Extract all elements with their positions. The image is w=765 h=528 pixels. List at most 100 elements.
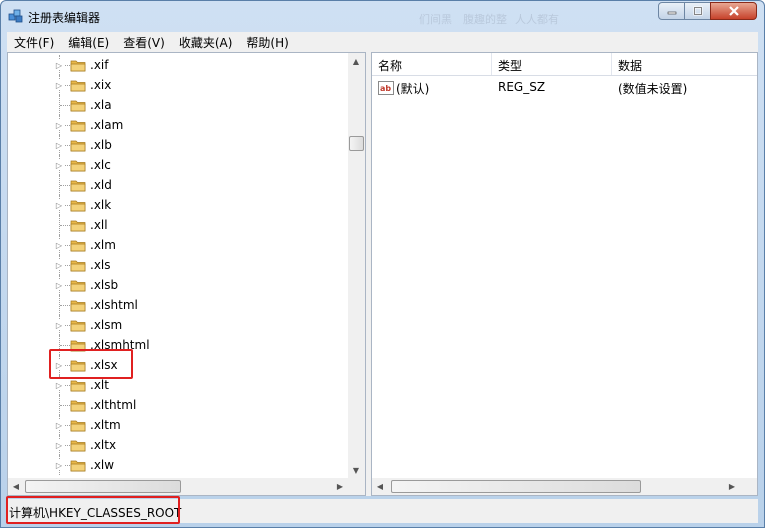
minimize-button[interactable] bbox=[658, 2, 685, 20]
folder-icon bbox=[70, 240, 86, 252]
folder-icon bbox=[70, 400, 86, 412]
scrollbar-corner bbox=[348, 478, 365, 495]
folder-icon bbox=[70, 420, 86, 432]
menu-help[interactable]: 帮助(H) bbox=[239, 34, 295, 51]
tree-item-label: .xltm bbox=[90, 418, 121, 432]
tree-item[interactable]: ▷ .xltm bbox=[8, 415, 348, 435]
menu-edit[interactable]: 编辑(E) bbox=[61, 34, 116, 51]
window-title: 注册表编辑器 bbox=[28, 11, 101, 25]
expand-arrow-icon[interactable]: ▷ bbox=[54, 60, 64, 70]
tree-item-label: .xix bbox=[90, 78, 112, 92]
folder-icon bbox=[70, 220, 86, 232]
menu-view[interactable]: 查看(V) bbox=[116, 34, 172, 51]
expand-arrow-icon[interactable]: ▷ bbox=[54, 280, 64, 290]
tree-item[interactable]: ▷ .xls bbox=[8, 255, 348, 275]
tree-item[interactable]: .xla bbox=[8, 95, 348, 115]
tree-item-label: .xlam bbox=[90, 118, 124, 132]
expand-arrow-icon[interactable]: ▷ bbox=[54, 420, 64, 430]
folder-icon bbox=[70, 320, 86, 332]
folder-icon bbox=[70, 380, 86, 392]
tree-item[interactable]: ▷ .xlsm bbox=[8, 315, 348, 335]
expand-arrow-icon[interactable]: ▷ bbox=[54, 140, 64, 150]
tree-item[interactable]: ▷ .xlb bbox=[8, 135, 348, 155]
expand-arrow-icon[interactable]: ▷ bbox=[54, 120, 64, 130]
close-button[interactable] bbox=[710, 2, 757, 20]
tree-item[interactable]: .xlshtml bbox=[8, 295, 348, 315]
tree-connector bbox=[60, 305, 70, 306]
highlight-box-status-path bbox=[6, 496, 180, 524]
tree-connector bbox=[60, 345, 70, 346]
tree-connector bbox=[60, 105, 70, 106]
tree-item-label: .xlthtml bbox=[90, 398, 137, 412]
folder-icon bbox=[70, 100, 86, 112]
tree-item-label: .xlb bbox=[90, 138, 112, 152]
values-list-pane[interactable]: 名称 类型 数据 ab (默认) REG_SZ (数值未设置) ◀ ▶ bbox=[371, 52, 758, 496]
expand-arrow-icon[interactable]: ▷ bbox=[54, 260, 64, 270]
scroll-up-button[interactable]: ▲ bbox=[348, 53, 364, 69]
list-scroll-right-button[interactable]: ▶ bbox=[724, 478, 740, 494]
menu-bar: 文件(F) 编辑(E) 查看(V) 收藏夹(A) 帮助(H) bbox=[7, 32, 758, 52]
tree-item-label: .xif bbox=[90, 58, 109, 72]
tree-item-label: .xlshtml bbox=[90, 298, 138, 312]
expand-arrow-icon[interactable]: ▷ bbox=[54, 320, 64, 330]
tree-item[interactable]: ▷ .xix bbox=[8, 75, 348, 95]
value-type: REG_SZ bbox=[498, 80, 546, 94]
tree-connector bbox=[60, 225, 70, 226]
list-item[interactable]: ab (默认) REG_SZ (数值未设置) bbox=[372, 77, 757, 97]
list-horizontal-scrollbar[interactable]: ◀ ▶ bbox=[372, 478, 740, 495]
tree-item[interactable]: .xll bbox=[8, 215, 348, 235]
list-horizontal-scroll-thumb[interactable] bbox=[391, 480, 641, 493]
tree-item[interactable]: ▷ .xlc bbox=[8, 155, 348, 175]
column-header-data[interactable]: 数据 bbox=[612, 53, 757, 75]
folder-icon bbox=[70, 60, 86, 72]
expand-arrow-icon[interactable]: ▷ bbox=[54, 200, 64, 210]
tree-item-label: .xla bbox=[90, 98, 112, 112]
scroll-left-button[interactable]: ◀ bbox=[8, 478, 24, 494]
scroll-down-button[interactable]: ▼ bbox=[348, 462, 364, 478]
expand-arrow-icon[interactable]: ▷ bbox=[54, 160, 64, 170]
tree-item[interactable]: ▷ .xltx bbox=[8, 435, 348, 455]
column-header-name[interactable]: 名称 bbox=[372, 53, 492, 75]
menu-favorites[interactable]: 收藏夹(A) bbox=[172, 34, 240, 51]
horizontal-scroll-thumb[interactable] bbox=[25, 480, 181, 493]
title-bar[interactable]: 注册表编辑器 们间黑 腹趣的整 人人都有 bbox=[1, 1, 764, 31]
arrow-left-icon: ◀ bbox=[376, 481, 384, 491]
tree-item[interactable]: ▷ .xif bbox=[8, 55, 348, 75]
tree-item[interactable]: .xld bbox=[8, 175, 348, 195]
tree-item[interactable]: ▷ .xlm bbox=[8, 235, 348, 255]
menu-file[interactable]: 文件(F) bbox=[7, 34, 61, 51]
arrow-down-icon: ▼ bbox=[352, 465, 360, 475]
expand-arrow-icon[interactable]: ▷ bbox=[54, 380, 64, 390]
tree-item-label: .xlk bbox=[90, 198, 112, 212]
folder-icon bbox=[70, 80, 86, 92]
tree-item[interactable]: .xlthtml bbox=[8, 395, 348, 415]
column-header-type[interactable]: 类型 bbox=[492, 53, 612, 75]
value-name: (默认) bbox=[396, 82, 430, 96]
tree-connector bbox=[60, 185, 70, 186]
tree-item-label: .xlsm bbox=[90, 318, 123, 332]
key-tree-pane[interactable]: ▷ .xif ▷ .xix .xla ▷ .xlam ▷ .xlb ▷ .xlc .xld ▷ .xlk.… bbox=[7, 52, 366, 496]
tree-item[interactable]: ▷ .xlam bbox=[8, 115, 348, 135]
minimize-icon bbox=[667, 11, 676, 15]
regedit-app-icon bbox=[8, 9, 23, 23]
expand-arrow-icon[interactable]: ▷ bbox=[54, 460, 64, 470]
scroll-right-button[interactable]: ▶ bbox=[332, 478, 348, 494]
list-header: 名称 类型 数据 bbox=[372, 53, 757, 76]
expand-arrow-icon[interactable]: ▷ bbox=[54, 240, 64, 250]
list-scroll-left-button[interactable]: ◀ bbox=[372, 478, 388, 494]
tree-item[interactable]: ▷ .xlw bbox=[8, 455, 348, 475]
maximize-icon bbox=[693, 6, 702, 16]
tree-item-label: .xlt bbox=[90, 378, 109, 392]
expand-arrow-icon[interactable]: ▷ bbox=[54, 440, 64, 450]
tree-item[interactable]: ▷ .xlsb bbox=[8, 275, 348, 295]
tree-horizontal-scrollbar[interactable]: ◀ ▶ bbox=[8, 478, 348, 495]
close-icon bbox=[728, 6, 739, 16]
arrow-up-icon: ▲ bbox=[352, 56, 360, 66]
tree-item[interactable]: ▷ .xlk bbox=[8, 195, 348, 215]
tree-vertical-scrollbar[interactable]: ▲ ▼ bbox=[348, 53, 365, 478]
list-scrollbar-corner bbox=[740, 478, 757, 495]
vertical-scroll-thumb[interactable] bbox=[349, 136, 364, 151]
folder-icon bbox=[70, 140, 86, 152]
expand-arrow-icon[interactable]: ▷ bbox=[54, 80, 64, 90]
maximize-button[interactable] bbox=[684, 2, 711, 20]
